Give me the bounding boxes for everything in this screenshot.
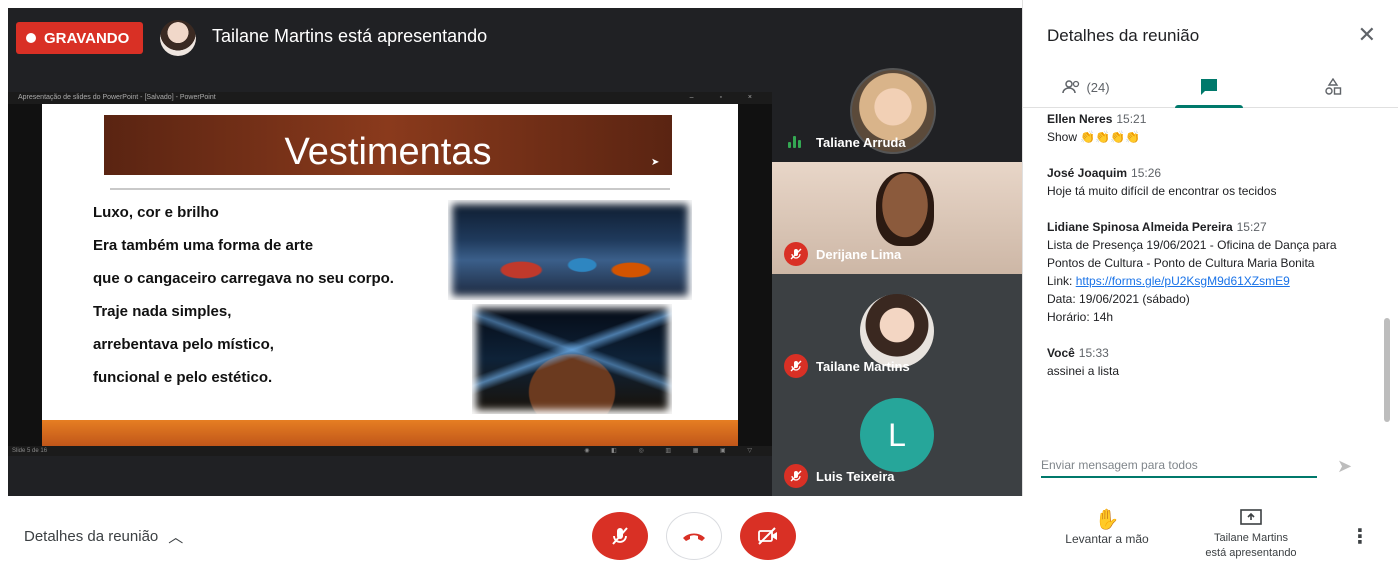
panel-tabs: (24)	[1023, 66, 1398, 108]
message-date: Data: 19/06/2021 (sábado)	[1047, 292, 1190, 306]
cursor-icon: ➤	[651, 157, 660, 168]
chat-message: Você 15:33 assinei a lista	[1047, 344, 1367, 380]
camera-off-icon	[758, 527, 777, 545]
message-link-line: Link: https://forms.gle/pU2KsgM9d61XZsmE…	[1047, 272, 1367, 290]
send-icon[interactable]: ➤	[1337, 456, 1352, 477]
presenter-banner: Tailane Martins está apresentando	[212, 26, 488, 46]
slide-line: arrebentava pelo místico,	[93, 336, 274, 353]
message-author: José Joaquim	[1047, 166, 1128, 180]
chat-scrollbar[interactable]	[1384, 318, 1390, 422]
recording-badge: GRAVANDO	[16, 22, 144, 54]
tab-people[interactable]: (24)	[1041, 66, 1131, 108]
participant-tile[interactable]: Taliane Arruda	[772, 50, 1022, 162]
link-label: Link:	[1047, 274, 1073, 288]
message-text: assinei a lista	[1047, 364, 1120, 378]
chat-message: Lidiane Spinosa Almeida Pereira 15:27 Lis…	[1047, 218, 1367, 326]
close-icon[interactable]: ✕	[1358, 22, 1376, 48]
message-author: Ellen Neres	[1047, 112, 1113, 126]
more-options-icon[interactable]: ⋮	[1350, 524, 1370, 549]
people-count: (24)	[1086, 79, 1110, 95]
form-link[interactable]: https://forms.gle/pU2KsgM9d61XZsmE9	[1076, 274, 1290, 288]
meeting-stage: GRAVANDO Tailane Martins está apresentan…	[8, 8, 1022, 496]
slide-counter: Slide 5 de 16	[12, 448, 48, 454]
mic-off-icon	[612, 527, 628, 545]
participant-tile[interactable]: L Luis Teixeira	[772, 386, 1022, 496]
presenter-avatar	[160, 20, 196, 56]
chat-input[interactable]	[1041, 454, 1317, 478]
chevron-up-icon: ︿	[168, 529, 184, 546]
chat-message: José Joaquim 15:26 Hoje tá muito difícil …	[1047, 164, 1367, 200]
message-time: 15:33	[1078, 346, 1109, 360]
slideshow-controls-icon: ◉ ◧ ◎ ▥ ▦ ▣ ▽	[584, 448, 762, 454]
message-text: Hoje tá muito difícil de encontrar os te…	[1047, 184, 1277, 198]
message-author: Você	[1047, 346, 1075, 360]
slide-title-bar: Vestimentas ➤	[104, 115, 672, 175]
dance-photo-top	[448, 200, 692, 300]
message-time: 15:21	[1116, 112, 1147, 126]
presentation-window: Apresentação de slides do PowerPoint - […	[8, 92, 772, 456]
slide-line: Era também uma forma de arte	[93, 237, 314, 254]
slide-title: Vestimentas	[284, 131, 492, 173]
presentation-window-title: Apresentação de slides do PowerPoint - […	[18, 94, 216, 101]
mic-off-icon	[784, 242, 808, 266]
slide-line: funcional e pelo estético.	[93, 369, 273, 386]
chat-message: Ellen Neres 15:21 Show 👏👏👏👏	[1047, 110, 1367, 146]
tab-chat[interactable]	[1167, 66, 1251, 108]
meeting-details-button[interactable]: Detalhes da reunião ︿	[24, 526, 183, 547]
slide-divider	[110, 188, 670, 190]
slide: Vestimentas ➤ Luxo, cor e brilho Era tam…	[42, 104, 738, 446]
tab-activities[interactable]	[1291, 66, 1375, 108]
recording-dot-icon	[26, 33, 36, 43]
present-screen-icon	[1240, 509, 1262, 525]
message-text: Show 👏👏👏👏	[1047, 130, 1141, 144]
message-time: 15:26	[1131, 166, 1162, 180]
meeting-details-panel: Detalhes da reunião ✕ (24) Ellen Neres 15…	[1022, 0, 1398, 496]
mic-off-icon	[784, 354, 808, 378]
presentation-titlebar: Apresentação de slides do PowerPoint - […	[8, 92, 772, 104]
participant-tile[interactable]: Derijane Lima	[772, 162, 1022, 274]
slide-line: que o cangaceiro carregava no seu corpo.	[93, 270, 394, 287]
presenting-label-line2: está apresentando	[1205, 547, 1297, 559]
window-controls-icon: – ▫ ×	[689, 94, 764, 101]
participant-name: Derijane Lima	[816, 247, 902, 262]
panel-title: Detalhes da reunião	[1047, 26, 1200, 45]
activities-icon	[1325, 78, 1342, 95]
participant-name: Luis Teixeira	[816, 469, 895, 484]
message-hour: Horário: 14h	[1047, 310, 1114, 324]
slide-line: Traje nada simples,	[93, 303, 232, 320]
raise-hand-label: Levantar a mão	[1065, 532, 1149, 546]
slide-text: Luxo, cor e brilho Era também uma forma …	[93, 200, 473, 398]
raise-hand-icon: ✋	[1094, 509, 1120, 531]
chat-icon	[1201, 79, 1217, 95]
people-icon	[1062, 80, 1080, 94]
participant-tile[interactable]: Tailane Martins	[772, 274, 1022, 386]
presenting-label-line1: Tailane Martins	[1214, 532, 1288, 544]
message-time: 15:27	[1236, 220, 1267, 234]
meeting-details-label: Detalhes da reunião	[24, 528, 159, 545]
participant-name: Tailane Martins	[816, 359, 910, 374]
message-author: Lidiane Spinosa Almeida Pereira	[1047, 220, 1233, 234]
slide-line: Luxo, cor e brilho	[93, 204, 219, 221]
hang-up-icon	[683, 533, 705, 541]
camera-toggle-button[interactable]	[740, 512, 796, 560]
speaking-indicator-icon	[788, 136, 801, 148]
raise-hand-button[interactable]: ✋ Levantar a mão	[1052, 508, 1162, 546]
message-text: Lista de Presença 19/06/2021 - Oficina d…	[1047, 238, 1337, 270]
mic-off-icon	[784, 464, 808, 488]
participant-initial-avatar: L	[860, 398, 934, 472]
recording-label: GRAVANDO	[44, 29, 130, 47]
mic-toggle-button[interactable]	[592, 512, 648, 560]
participant-avatar	[860, 294, 934, 368]
participant-name: Taliane Arruda	[816, 135, 906, 150]
presentation-statusbar: Slide 5 de 16 ◉ ◧ ◎ ▥ ▦ ▣ ▽	[8, 446, 772, 456]
presenting-button[interactable]: Tailane Martins está apresentando	[1186, 508, 1316, 561]
chat-messages: Ellen Neres 15:21 Show 👏👏👏👏 José Joaquim 1…	[1047, 110, 1367, 430]
participant-video	[876, 172, 934, 246]
slide-footer-bar	[42, 420, 738, 446]
dance-photo-bottom	[472, 304, 672, 414]
leave-call-button[interactable]	[666, 512, 722, 560]
